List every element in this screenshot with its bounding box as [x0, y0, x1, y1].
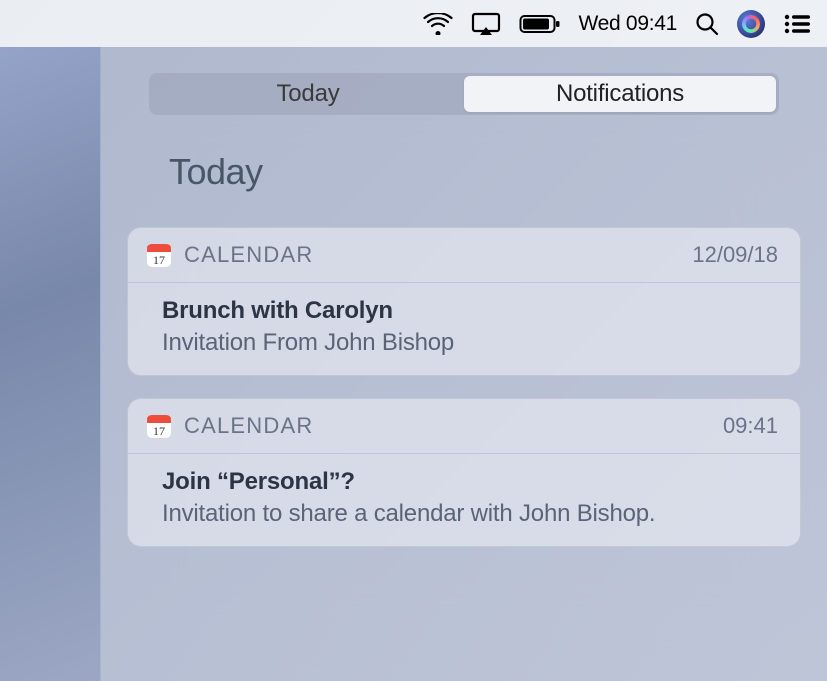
calendar-icon: 17 [146, 413, 172, 439]
calendar-icon: 17 [146, 242, 172, 268]
nc-tabs: Today Notifications [149, 73, 779, 115]
card-app-name: CALENDAR [184, 242, 692, 268]
card-body: Join “Personal”? Invitation to share a c… [128, 454, 800, 546]
siri-icon[interactable] [737, 10, 765, 38]
card-header: 17 CALENDAR 12/09/18 [128, 228, 800, 282]
card-subtitle: Invitation to share a calendar with John… [162, 500, 778, 528]
card-timestamp: 12/09/18 [692, 242, 778, 268]
tab-notifications[interactable]: Notifications [464, 76, 776, 112]
airplay-icon[interactable] [471, 12, 501, 36]
search-icon[interactable] [695, 12, 719, 36]
menubar-datetime[interactable]: Wed 09:41 [579, 12, 678, 36]
notification-center: Today Notifications Today 17 CALENDAR 12… [100, 47, 827, 681]
card-timestamp: 09:41 [723, 413, 778, 439]
card-header: 17 CALENDAR 09:41 [128, 399, 800, 453]
notification-card[interactable]: 17 CALENDAR 12/09/18 Brunch with Carolyn… [127, 227, 801, 376]
tab-today[interactable]: Today [152, 76, 464, 112]
card-body: Brunch with Carolyn Invitation From John… [128, 283, 800, 375]
svg-text:17: 17 [153, 424, 165, 438]
card-app-name: CALENDAR [184, 413, 723, 439]
card-title: Brunch with Carolyn [162, 297, 778, 325]
notification-center-icon[interactable] [783, 13, 811, 35]
battery-icon[interactable] [519, 14, 561, 34]
section-title: Today [169, 151, 801, 193]
svg-text:17: 17 [153, 253, 165, 267]
card-title: Join “Personal”? [162, 468, 778, 496]
card-subtitle: Invitation From John Bishop [162, 329, 778, 357]
desktop-background [0, 47, 100, 681]
menu-bar: Wed 09:41 [0, 0, 827, 47]
notification-card[interactable]: 17 CALENDAR 09:41 Join “Personal”? Invit… [127, 398, 801, 547]
wifi-icon[interactable] [423, 13, 453, 35]
